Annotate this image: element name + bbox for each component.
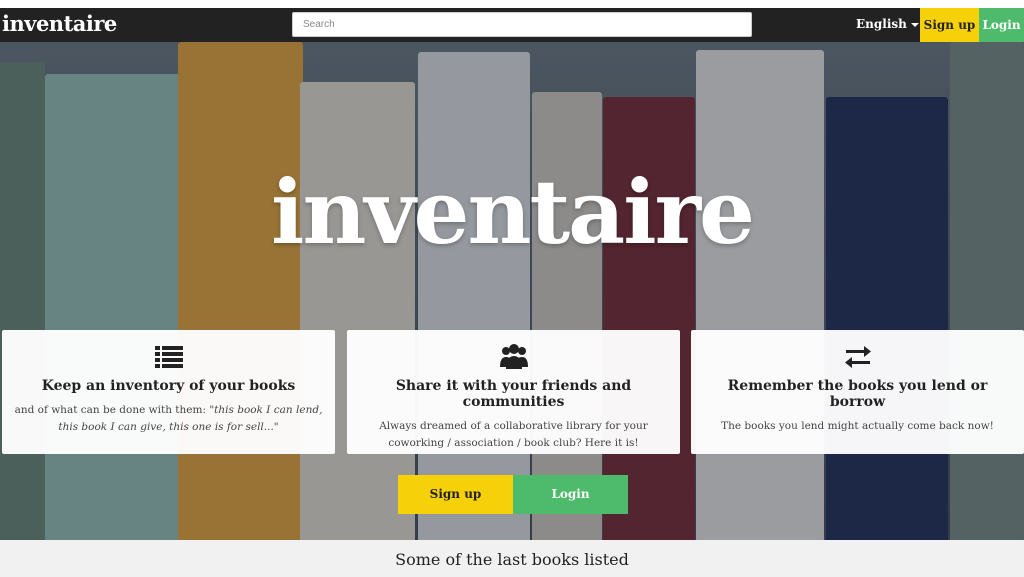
last-books-heading: Some of the last books listed: [395, 550, 629, 569]
last-books-section: Some of the last books listed: [0, 540, 1024, 577]
language-label: English: [856, 17, 907, 31]
signup-button[interactable]: Sign up: [398, 475, 513, 514]
language-selector[interactable]: English: [856, 17, 919, 31]
users-icon: [499, 344, 528, 369]
top-navbar: inventaire English Sign up Login: [0, 8, 1024, 42]
feature-description: The books you lend might actually come b…: [721, 420, 994, 432]
top-strip: [0, 0, 1024, 8]
feature-description: Always dreamed of a collaborative librar…: [379, 420, 648, 449]
feature-card-lend: Remember the books you lend or borrow Th…: [691, 330, 1024, 454]
feature-title: Keep an inventory of your books: [41, 378, 296, 394]
feature-card-inventory: Keep an inventory of your books and of w…: [2, 330, 335, 454]
caret-down-icon: [910, 22, 919, 27]
brand-logo[interactable]: inventaire: [2, 11, 117, 36]
signup-button-top[interactable]: Sign up: [920, 8, 979, 42]
feature-description: and of what can be done with them: "this…: [10, 402, 327, 436]
exchange-icon: [844, 346, 871, 368]
feature-title: Share it with your friends and communiti…: [395, 378, 632, 410]
feature-description-text: and of what can be done with them:: [14, 404, 210, 416]
search-input[interactable]: [292, 12, 752, 37]
hero-title: inventaire: [271, 160, 755, 264]
feature-card-share: Share it with your friends and communiti…: [347, 330, 680, 454]
hero-section: inventaire Keep an inventory of your boo…: [0, 42, 1024, 540]
feature-title: Remember the books you lend or borrow: [727, 378, 988, 410]
list-icon: [154, 346, 183, 368]
login-button-top[interactable]: Login: [979, 8, 1024, 42]
hero-overlay: [0, 42, 1024, 540]
login-button[interactable]: Login: [513, 475, 628, 514]
